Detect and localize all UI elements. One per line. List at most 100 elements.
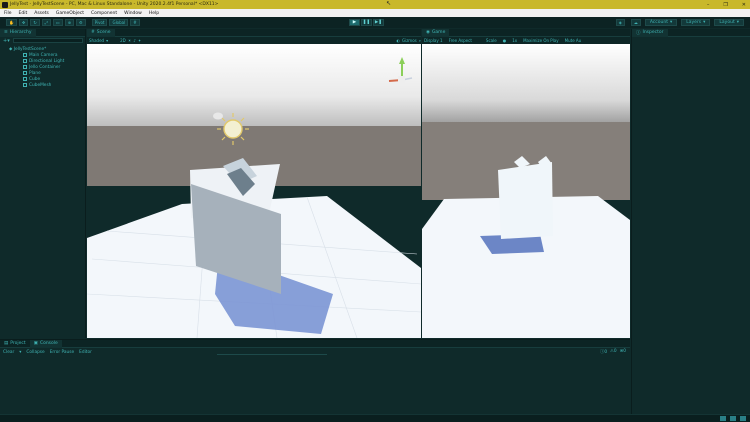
menu-bar: File Edit Assets GameObject Component Wi… bbox=[0, 9, 750, 17]
hierarchy-search-input[interactable] bbox=[12, 38, 83, 43]
scene-tab-label: Scene bbox=[96, 30, 111, 35]
play-button[interactable]: ▶ bbox=[349, 19, 360, 26]
error-count: 0 bbox=[623, 349, 626, 354]
rotate-tool-icon[interactable]: ↻ bbox=[30, 19, 40, 26]
game-tab-label: Game bbox=[431, 30, 446, 35]
step-button[interactable]: ▶❚ bbox=[373, 19, 384, 26]
cube-icon bbox=[23, 83, 27, 87]
cube-icon bbox=[23, 65, 27, 69]
maximize-on-play-toggle[interactable]: Maximize On Play bbox=[523, 38, 559, 43]
auto-generate-lighting-icon[interactable] bbox=[720, 416, 726, 421]
shading-mode-dropdown[interactable]: Shaded bbox=[89, 38, 104, 43]
menu-edit[interactable]: Edit bbox=[19, 11, 28, 16]
cube-icon bbox=[23, 71, 27, 75]
audio-toggle-icon[interactable]: ♪ bbox=[133, 38, 136, 43]
console-panel: ▤ Project ▣ Console Clear ▾ Collapse Err… bbox=[0, 339, 630, 414]
effects-toggle-icon[interactable]: ✦ bbox=[138, 38, 141, 43]
layout-dropdown[interactable]: Layout ▾ bbox=[714, 19, 744, 26]
progress-icon[interactable] bbox=[740, 416, 746, 421]
scene-panel: # Scene Shaded ▾ 2D ☀ ♪ ✦ ◐ Gizmos ⌕ bbox=[87, 28, 421, 338]
inspector-panel: ⓘ Inspector bbox=[631, 28, 750, 414]
layers-dropdown[interactable]: Layers ▾ bbox=[681, 19, 711, 26]
move-tool-icon[interactable]: ✥ bbox=[18, 19, 29, 26]
console-search-input[interactable] bbox=[216, 350, 327, 355]
menu-help[interactable]: Help bbox=[149, 11, 159, 16]
tab-console[interactable]: ▣ Console bbox=[29, 339, 62, 348]
rect-tool-icon[interactable]: ▭ bbox=[52, 19, 63, 26]
collapse-toggle[interactable]: Collapse bbox=[26, 350, 44, 355]
menu-component[interactable]: Component bbox=[91, 11, 117, 16]
scale-value: 1x bbox=[512, 38, 518, 43]
gizmos-dropdown[interactable]: Gizmos bbox=[402, 38, 417, 43]
game-render bbox=[422, 44, 630, 338]
tree-item-label: Cube bbox=[29, 76, 41, 82]
menu-gameobject[interactable]: GameObject bbox=[56, 11, 84, 16]
scene-render bbox=[87, 44, 421, 338]
error-pause-toggle[interactable]: Error Pause bbox=[50, 350, 74, 355]
scale-slider[interactable]: ● bbox=[503, 38, 507, 43]
toggle-2d-button[interactable]: 2D bbox=[120, 38, 126, 43]
tab-project[interactable]: ▤ Project bbox=[0, 340, 30, 348]
scene-search-icon[interactable]: ⌕ bbox=[419, 38, 421, 43]
mute-audio-toggle[interactable]: Mute Au bbox=[565, 38, 582, 43]
project-tab-label: Project bbox=[10, 341, 26, 346]
console-icon: ▣ bbox=[33, 341, 38, 346]
warning-count: 0 bbox=[613, 349, 617, 354]
gamepad-icon: ◉ bbox=[426, 30, 430, 35]
hierarchy-tab-label: Hierarchy bbox=[9, 30, 32, 35]
aspect-dropdown[interactable]: Free Aspect bbox=[449, 38, 472, 43]
account-dropdown[interactable]: Account ▾ bbox=[644, 19, 678, 26]
tree-item-cubemesh[interactable]: CubeMesh bbox=[0, 82, 85, 88]
cloud-icon[interactable]: ☁ bbox=[630, 19, 641, 26]
tab-hierarchy[interactable]: ≡ Hierarchy bbox=[0, 28, 36, 37]
hand-tool-icon[interactable]: ✋ bbox=[6, 19, 17, 26]
display-dropdown[interactable]: Display 1 bbox=[424, 38, 443, 43]
global-toggle[interactable]: Global bbox=[109, 19, 129, 26]
scene-name-label: JellyTestScene* bbox=[13, 46, 47, 52]
tab-game[interactable]: ◉ Game bbox=[422, 28, 450, 37]
grid-snap-icon[interactable]: # bbox=[130, 19, 140, 26]
layers-label: Layers bbox=[686, 20, 702, 25]
mouse-cursor-icon: ↖ bbox=[386, 0, 392, 7]
custom-tool-icon[interactable]: ⚙ bbox=[76, 19, 86, 26]
chevron-down-icon[interactable]: ▾ bbox=[19, 350, 21, 355]
chevron-down-icon: ▾ bbox=[669, 20, 673, 25]
tab-inspector[interactable]: ⓘ Inspector bbox=[632, 28, 668, 37]
cube-icon bbox=[23, 59, 27, 63]
pivot-toggle[interactable]: Pivot bbox=[91, 19, 108, 26]
scene-viewport[interactable] bbox=[87, 44, 421, 338]
add-icon[interactable]: +▾ bbox=[3, 38, 10, 44]
log-count-badge[interactable]: ⓘ0 bbox=[600, 349, 607, 355]
window-title-bar: JellyTest - JellyTestScene - PC, Mac & L… bbox=[0, 0, 750, 9]
menu-file[interactable]: File bbox=[4, 11, 12, 16]
unity-scene-icon: ◆ bbox=[9, 46, 13, 52]
editor-dropdown[interactable]: Editor bbox=[79, 350, 92, 355]
hierarchy-panel: ≡ Hierarchy +▾ ◆ JellyTestScene* Main Ca… bbox=[0, 28, 86, 338]
main-toolbar: ✋ ✥ ↻ ⤢ ▭ ⊕ ⚙ Pivot Global # ▶ ❚❚ ▶❚ ◈ ☁… bbox=[0, 17, 750, 28]
info-icon: ⓘ bbox=[636, 30, 641, 36]
transform-tool-icon[interactable]: ⊕ bbox=[64, 19, 75, 26]
cache-server-icon[interactable] bbox=[730, 416, 736, 421]
close-button[interactable]: ✕ bbox=[742, 2, 746, 8]
pause-button[interactable]: ❚❚ bbox=[361, 19, 372, 26]
clear-button[interactable]: Clear bbox=[3, 350, 14, 355]
collab-icon[interactable]: ◈ bbox=[615, 19, 625, 26]
chevron-down-icon: ▾ bbox=[736, 20, 739, 25]
lighting-toggle-icon[interactable]: ☀ bbox=[128, 38, 132, 43]
list-icon: ≡ bbox=[4, 30, 8, 35]
warning-count-badge[interactable]: ⚠0 bbox=[610, 349, 617, 355]
tab-scene[interactable]: # Scene bbox=[87, 28, 115, 37]
tree-item-label: Directional Light bbox=[29, 58, 65, 64]
scene-camera-icon[interactable]: ◐ bbox=[397, 38, 401, 43]
maximize-button[interactable]: ❐ bbox=[723, 2, 727, 8]
menu-assets[interactable]: Assets bbox=[34, 11, 49, 16]
cube-icon bbox=[23, 77, 27, 81]
scale-tool-icon[interactable]: ⤢ bbox=[41, 19, 51, 26]
error-count-badge[interactable]: ⊗0 bbox=[620, 349, 626, 355]
console-tab-label: Console bbox=[39, 341, 58, 346]
menu-window[interactable]: Window bbox=[124, 11, 142, 16]
cube-icon bbox=[23, 53, 27, 57]
minimize-button[interactable]: – bbox=[707, 2, 710, 8]
game-viewport[interactable] bbox=[422, 44, 630, 338]
folder-icon: ▤ bbox=[4, 341, 9, 346]
